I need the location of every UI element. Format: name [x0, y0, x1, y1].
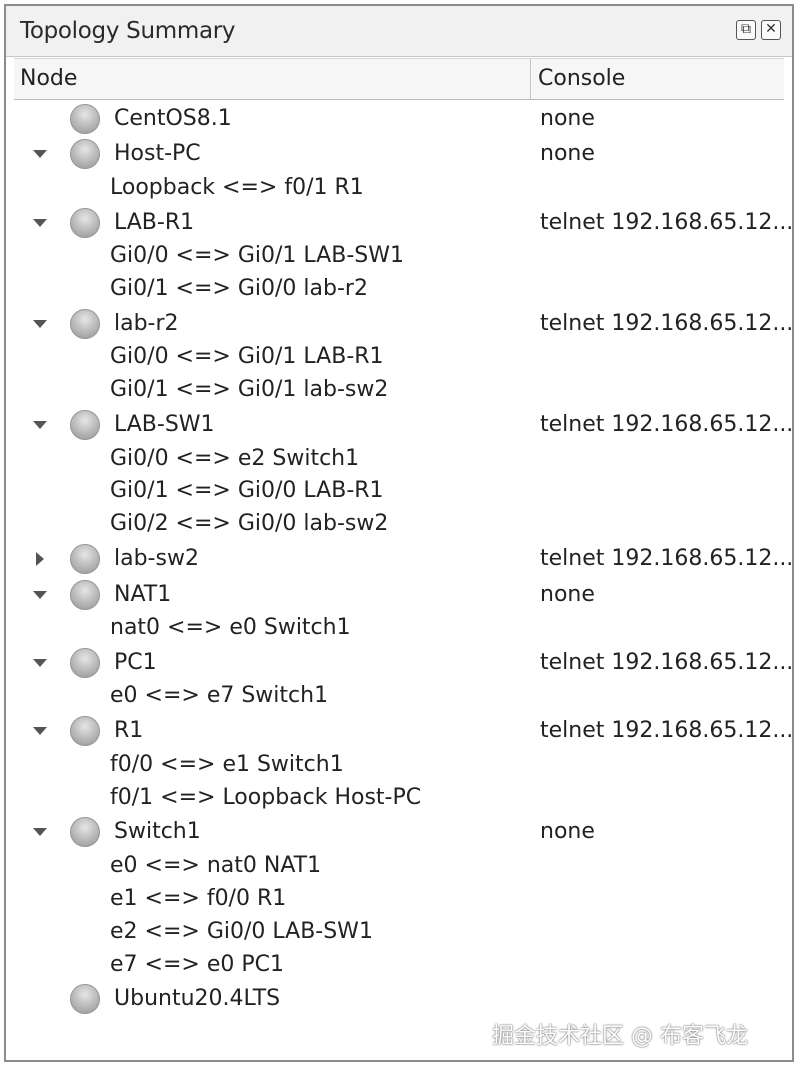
node-status-icon: [70, 579, 100, 610]
node-console: telnet 192.168.65.12...: [540, 546, 794, 572]
node-console: none: [540, 106, 595, 131]
node-status-icon: [70, 207, 100, 238]
link-row[interactable]: Gi0/1 <=> Gi0/1 lab-sw2: [14, 373, 784, 407]
node-name[interactable]: NAT1: [114, 580, 171, 610]
link-row[interactable]: Gi0/0 <=> e2 Switch1: [14, 442, 784, 476]
link-row[interactable]: f0/1 <=> Loopback Host-PC: [14, 781, 784, 815]
node-name[interactable]: Switch1: [114, 817, 201, 847]
collapse-arrow-icon[interactable]: [32, 824, 48, 840]
link-row[interactable]: Gi0/0 <=> Gi0/1 LAB-SW1: [14, 239, 784, 273]
node-status-icon: [70, 104, 100, 134]
collapse-arrow-icon[interactable]: [32, 417, 48, 433]
link-label: Gi0/1 <=> Gi0/1 lab-sw2: [110, 377, 389, 403]
node-row[interactable]: lab-sw2 telnet 192.168.65.12...: [14, 542, 793, 576]
link-label: Loopback <=> f0/1 R1: [110, 174, 364, 200]
node-status-icon: [70, 139, 100, 170]
node-row[interactable]: NAT1 none: [14, 578, 784, 612]
node-row[interactable]: PC1 telnet 192.168.65.12...: [14, 646, 793, 680]
topology-summary-panel: Topology Summary ⧉ ✕ Node Console CentOS…: [4, 4, 794, 1062]
link-label: Gi0/0 <=> Gi0/1 LAB-R1: [110, 344, 384, 370]
node-name[interactable]: Host-PC: [114, 139, 201, 169]
node-status-icon: [70, 647, 100, 678]
node-console: telnet 192.168.65.12...: [540, 209, 794, 235]
link-label: e7 <=> e0 PC1: [110, 951, 284, 977]
link-label: Gi0/0 <=> e2 Switch1: [110, 445, 360, 471]
node-console: telnet 192.168.65.12...: [540, 718, 794, 744]
node-name[interactable]: Ubuntu20.4LTS: [114, 984, 280, 1014]
node-status-icon: [70, 984, 100, 1015]
node-column-header[interactable]: Node: [20, 59, 531, 99]
link-row[interactable]: e0 <=> e7 Switch1: [14, 679, 784, 713]
expand-arrow-icon[interactable]: [32, 551, 48, 567]
node-name[interactable]: PC1: [114, 648, 157, 678]
node-row[interactable]: LAB-R1 telnet 192.168.65.12...: [14, 206, 793, 240]
link-label: Gi0/1 <=> Gi0/0 LAB-R1: [110, 478, 384, 504]
link-row[interactable]: e2 <=> Gi0/0 LAB-SW1: [14, 915, 784, 949]
node-status-icon: [70, 716, 100, 747]
collapse-arrow-icon[interactable]: [32, 723, 48, 739]
node-console: none: [540, 581, 595, 607]
node-row[interactable]: LAB-SW1 telnet 192.168.65.12...: [14, 408, 793, 442]
watermark: 掘金技术社区 @ 布客飞龙: [492, 1024, 748, 1049]
link-label: f0/0 <=> e1 Switch1: [110, 751, 344, 777]
link-row[interactable]: Gi0/0 <=> Gi0/1 LAB-R1: [14, 340, 784, 374]
link-row[interactable]: e7 <=> e0 PC1: [14, 948, 784, 982]
link-row[interactable]: Gi0/1 <=> Gi0/0 lab-r2: [14, 272, 784, 306]
node-status-icon: [70, 410, 100, 441]
collapse-arrow-icon[interactable]: [32, 655, 48, 671]
link-row[interactable]: Gi0/2 <=> Gi0/0 lab-sw2: [14, 507, 784, 541]
node-status-icon: [70, 817, 100, 848]
collapse-arrow-icon[interactable]: [32, 215, 48, 231]
link-label: Gi0/0 <=> Gi0/1 LAB-SW1: [110, 243, 404, 269]
link-row[interactable]: Gi0/1 <=> Gi0/0 LAB-R1: [14, 474, 784, 508]
node-row[interactable]: CentOS8.1 none: [14, 102, 784, 136]
link-label: nat0 <=> e0 Switch1: [110, 615, 351, 640]
node-name[interactable]: lab-sw2: [114, 544, 199, 574]
node-console: none: [540, 819, 595, 845]
panel-titlebar: Topology Summary ⧉ ✕: [6, 6, 792, 57]
topology-tree[interactable]: CentOS8.1 none Host-PC none Loopback <=> f0/…: [14, 100, 793, 1052]
node-console: none: [540, 141, 595, 167]
close-window-icon[interactable]: ✕: [761, 20, 781, 40]
collapse-arrow-icon[interactable]: [32, 146, 48, 162]
node-row[interactable]: Ubuntu20.4LTS: [14, 982, 784, 1016]
link-label: e1 <=> f0/0 R1: [110, 885, 287, 911]
node-console: telnet 192.168.65.12...: [540, 412, 794, 438]
column-header: Node Console: [14, 58, 784, 100]
float-window-icon[interactable]: ⧉: [736, 20, 756, 40]
node-console: telnet 192.168.65.12...: [540, 310, 794, 336]
collapse-arrow-icon[interactable]: [32, 587, 48, 603]
link-row[interactable]: f0/0 <=> e1 Switch1: [14, 748, 784, 782]
panel-title: Topology Summary: [20, 18, 236, 44]
link-label: e0 <=> e7 Switch1: [110, 683, 329, 709]
link-label: f0/1 <=> Loopback Host-PC: [110, 784, 422, 810]
node-console: telnet 192.168.65.12...: [540, 649, 794, 675]
node-status-icon: [70, 544, 100, 575]
link-label: e2 <=> Gi0/0 LAB-SW1: [110, 918, 373, 944]
link-label: e0 <=> nat0 NAT1: [110, 852, 322, 878]
link-row[interactable]: Loopback <=> f0/1 R1: [14, 171, 784, 205]
link-row[interactable]: nat0 <=> e0 Switch1: [14, 611, 784, 645]
link-row[interactable]: e0 <=> nat0 NAT1: [14, 849, 784, 883]
node-name[interactable]: CentOS8.1: [114, 104, 232, 134]
node-row[interactable]: R1 telnet 192.168.65.12...: [14, 714, 793, 748]
link-label: Gi0/1 <=> Gi0/0 lab-r2: [110, 276, 368, 301]
link-row[interactable]: e1 <=> f0/0 R1: [14, 882, 784, 916]
node-name[interactable]: LAB-R1: [114, 208, 194, 238]
console-column-header[interactable]: Console: [538, 59, 788, 99]
node-row[interactable]: lab-r2 telnet 192.168.65.12...: [14, 307, 793, 341]
node-name[interactable]: lab-r2: [114, 309, 179, 339]
node-name[interactable]: R1: [114, 716, 143, 746]
collapse-arrow-icon[interactable]: [32, 316, 48, 332]
node-row[interactable]: Host-PC none: [14, 137, 784, 171]
node-row[interactable]: Switch1 none: [14, 815, 784, 849]
link-label: Gi0/2 <=> Gi0/0 lab-sw2: [110, 511, 389, 537]
node-status-icon: [70, 308, 100, 339]
node-name[interactable]: LAB-SW1: [114, 410, 215, 440]
